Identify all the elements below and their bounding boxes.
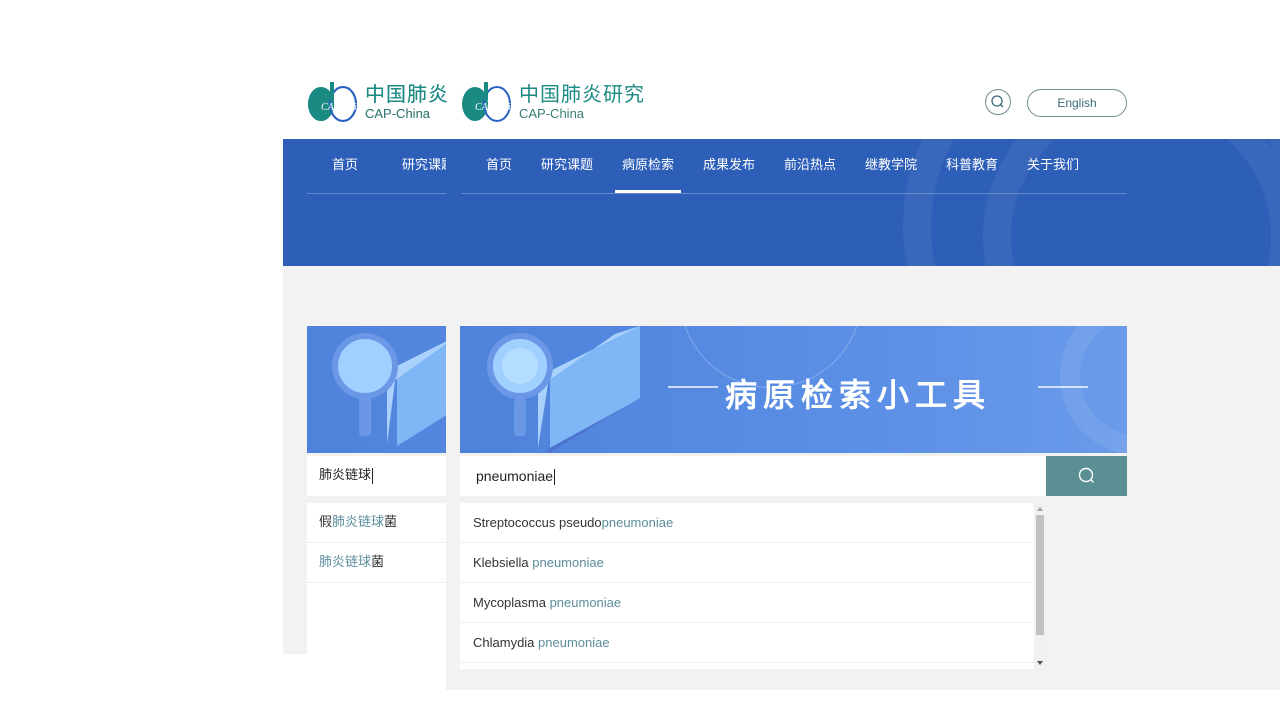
scroll-down-arrow-icon[interactable] [1034, 659, 1046, 667]
language-button[interactable]: English [1027, 89, 1127, 117]
suggestion-item[interactable]: 肺炎链球菌 [307, 543, 446, 583]
nav-banner: 首页 研究课题 [283, 139, 446, 266]
brand-name-en: CAP-China [365, 106, 431, 121]
foreground-screen: 首页 研究课题 病原检索 成果发布 前沿热点 继教学院 科普教育 关于我们 病原… [446, 139, 1280, 690]
main-nav: 首页 研究课题 病原检索 成果发布 前沿热点 继教学院 科普教育 关于我们 [486, 139, 1080, 193]
scrollbar-thumb[interactable] [1036, 515, 1044, 635]
tool-banner: 病原检索小工具 [460, 326, 1127, 453]
suggestion-item[interactable]: Mycoplasma pneumoniae [460, 583, 1046, 623]
nav-item-home[interactable]: 首页 [486, 139, 512, 193]
tool-title: 病原检索小工具 [725, 376, 992, 414]
suggestion-scrollbar[interactable] [1034, 503, 1046, 669]
nav-item-pathogen-search[interactable]: 病原检索 [615, 139, 681, 193]
search-icon [991, 95, 1004, 108]
brand-name-en: CAP-China [519, 106, 585, 121]
lung-logo-icon: CAP China [305, 80, 367, 124]
magnifier-book-icon [332, 333, 446, 446]
nav-item-education[interactable]: 继教学院 [864, 139, 918, 193]
magnifier-book-icon [487, 326, 640, 453]
main-nav: 首页 研究课题 [332, 139, 446, 193]
suggestion-list-cn: 假肺炎链球菌 肺炎链球菌 [307, 503, 446, 654]
header-search-button[interactable] [985, 89, 1011, 115]
nav-item-science[interactable]: 科普教育 [945, 139, 999, 193]
suggestion-item[interactable]: 假肺炎链球菌 [307, 503, 446, 543]
logo-left[interactable]: CAP China 中国肺炎 CAP-China [305, 80, 449, 124]
nav-item-about[interactable]: 关于我们 [1026, 139, 1080, 193]
scroll-up-arrow-icon[interactable] [1034, 505, 1046, 513]
nav-item-frontier[interactable]: 前沿热点 [783, 139, 837, 193]
search-button[interactable] [1046, 456, 1127, 496]
pathogen-search-input-cn[interactable]: 肺炎链球 [307, 456, 446, 496]
svg-text:CAP China: CAP China [475, 102, 515, 113]
nav-item-results[interactable]: 成果发布 [702, 139, 756, 193]
circle-decoration [1060, 326, 1127, 453]
nav-divider [461, 193, 1127, 194]
suggestion-item[interactable]: Streptococcus pseudopneumoniae [460, 503, 1046, 543]
pathogen-search-input[interactable]: pneumoniae [460, 456, 1046, 496]
text-caret [554, 469, 556, 486]
nav-divider [307, 193, 446, 194]
nav-banner: 首页 研究课题 病原检索 成果发布 前沿热点 继教学院 科普教育 关于我们 [446, 139, 1280, 266]
text-caret [372, 467, 374, 484]
lung-logo-icon: CAP China [459, 80, 521, 124]
search-icon [1078, 467, 1094, 483]
nav-item-research[interactable]: 研究课题 [400, 139, 446, 193]
nav-item-research[interactable]: 研究课题 [540, 139, 594, 193]
suggestion-list: Streptococcus pseudopneumoniae Klebsiell… [460, 503, 1046, 669]
svg-text:CAP China: CAP China [321, 102, 361, 113]
brand-name-cn: 中国肺炎研究 [519, 82, 645, 106]
pulse-line-left [668, 386, 718, 388]
nav-item-home[interactable]: 首页 [332, 139, 358, 193]
suggestion-item[interactable]: Klebsiella pneumoniae [460, 543, 1046, 583]
pulse-line-right [1038, 386, 1088, 388]
tool-banner [307, 326, 446, 453]
brand-name-cn: 中国肺炎 [365, 82, 449, 106]
suggestion-item[interactable]: Chlamydia pneumoniae [460, 623, 1046, 663]
logo-right[interactable]: CAP China 中国肺炎研究 CAP-China [459, 80, 645, 124]
